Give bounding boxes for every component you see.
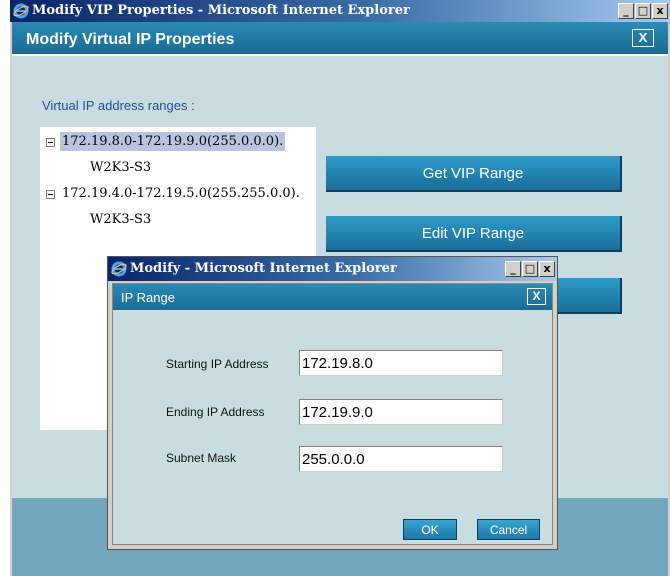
maximize-button[interactable]: □ [635, 3, 651, 19]
modify-popup-window: Modify - Microsoft Internet Explorer _ □… [107, 256, 558, 550]
starting-ip-input[interactable] [299, 350, 503, 376]
vip-ranges-label: Virtual IP address ranges : [42, 98, 195, 113]
tree-collapse-icon[interactable] [46, 138, 55, 147]
ie-logo-icon [13, 3, 29, 19]
tree-collapse-icon[interactable] [46, 190, 55, 199]
ok-button[interactable]: OK [403, 519, 457, 540]
dialog-header: Modify Virtual IP Properties X [12, 22, 668, 56]
minimize-button[interactable]: _ [618, 3, 634, 19]
starting-ip-label: Starting IP Address [166, 357, 269, 371]
outer-window-title: Modify VIP Properties - Microsoft Intern… [32, 3, 410, 18]
ip-range-header: IP Range X [113, 284, 552, 310]
popup-window-title: Modify - Microsoft Internet Explorer [130, 261, 397, 276]
dialog-title: Modify Virtual IP Properties [26, 31, 235, 48]
get-vip-range-button[interactable]: Get VIP Range [326, 156, 622, 192]
ending-ip-label: Ending IP Address [166, 405, 265, 419]
subnet-mask-label: Subnet Mask [166, 451, 237, 465]
cancel-button[interactable]: Cancel [477, 519, 540, 540]
ip-range-close-button[interactable]: X [527, 288, 546, 305]
popup-close-window-button[interactable]: x [539, 261, 555, 277]
tree-node-label[interactable]: 172.19.8.0-172.19.9.0(255.0.0.0). [60, 132, 286, 151]
subnet-mask-input[interactable] [299, 446, 503, 472]
close-window-button[interactable]: x [652, 3, 668, 19]
popup-titlebar[interactable]: Modify - Microsoft Internet Explorer _ □… [108, 257, 557, 281]
outer-titlebar[interactable]: Modify VIP Properties - Microsoft Intern… [10, 0, 670, 22]
popup-maximize-button[interactable]: □ [522, 261, 538, 277]
dialog-close-button[interactable]: X [632, 29, 654, 47]
tree-child-label[interactable]: W2K3-S3 [88, 210, 153, 229]
tree-child-label[interactable]: W2K3-S3 [88, 158, 153, 177]
edit-vip-range-button[interactable]: Edit VIP Range [326, 216, 622, 252]
ending-ip-input[interactable] [299, 399, 503, 425]
popup-minimize-button[interactable]: _ [505, 261, 521, 277]
ie-logo-icon [111, 261, 127, 277]
tree-node-label[interactable]: 172.19.4.0-172.19.5.0(255.255.0.0). [60, 184, 302, 203]
ip-range-title: IP Range [121, 290, 175, 305]
ip-range-dialog: IP Range X Starting IP Address Ending IP… [112, 283, 553, 545]
